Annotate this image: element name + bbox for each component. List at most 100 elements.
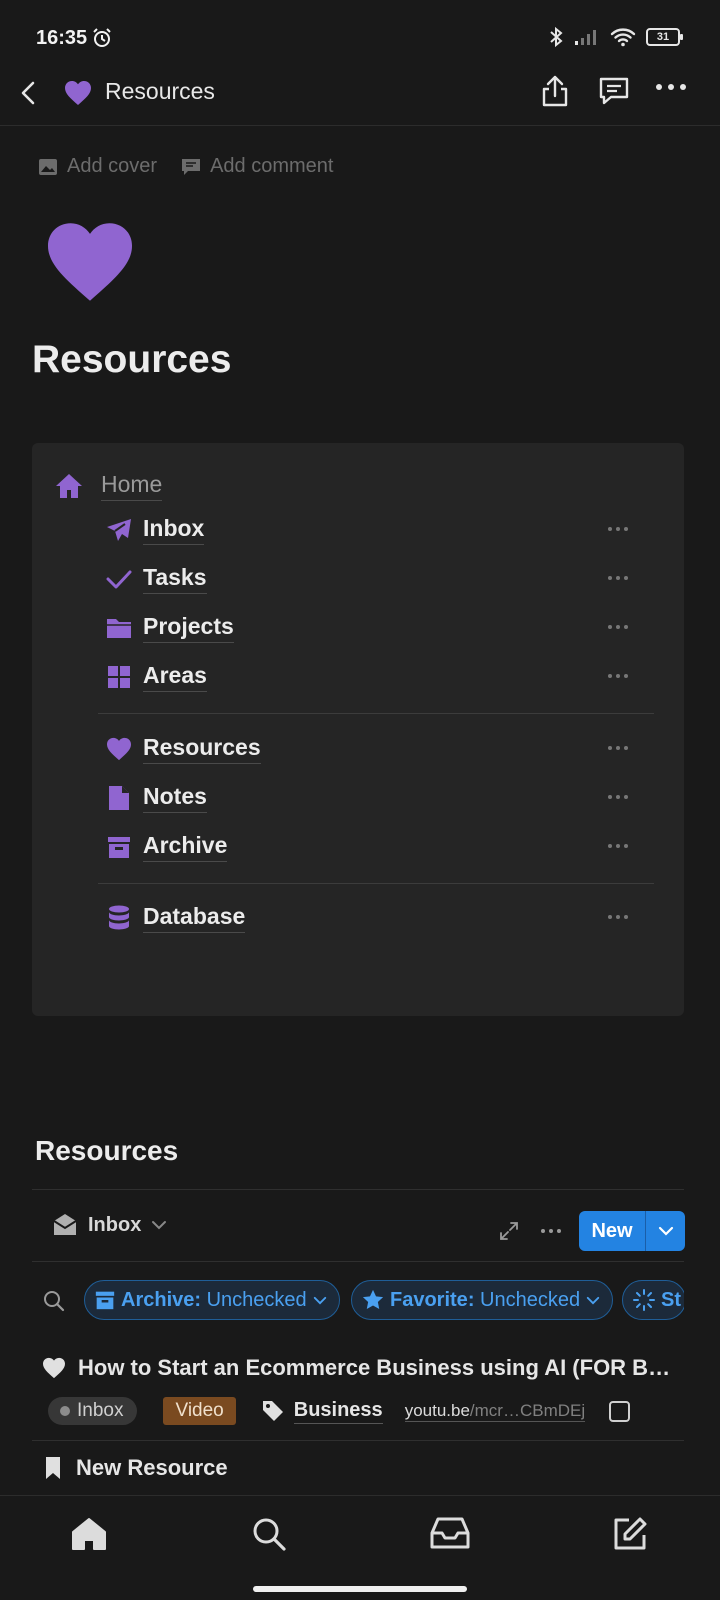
divider: [32, 1189, 684, 1190]
more-icon[interactable]: [607, 526, 629, 532]
nav-item-label: Projects: [143, 613, 234, 643]
home-link[interactable]: Home: [55, 471, 163, 501]
nav-item-label: Notes: [143, 783, 207, 813]
home-tab-icon[interactable]: [70, 1516, 108, 1552]
nav-item-resources[interactable]: Resources: [105, 727, 645, 771]
nav-item-database[interactable]: Database: [105, 896, 645, 940]
filter-chip-archive[interactable]: Archive: Unchecked: [84, 1280, 340, 1320]
search-tab-icon[interactable]: [251, 1516, 287, 1552]
more-icon[interactable]: [607, 673, 629, 679]
page-icon-heart[interactable]: [44, 220, 136, 304]
divider: [32, 1261, 684, 1262]
status-indicators: 31: [548, 26, 683, 48]
heart-icon: [64, 80, 92, 106]
row-properties: Inbox Video Business youtu.be/mcr…CBmDEj: [48, 1397, 631, 1425]
compose-tab-icon[interactable]: [612, 1516, 648, 1552]
divider: [98, 713, 654, 714]
chevron-down-icon: [313, 1296, 326, 1304]
more-icon[interactable]: [607, 624, 629, 630]
chevron-down-icon: [152, 1221, 167, 1230]
nav-item-projects[interactable]: Projects: [105, 606, 645, 650]
new-button-label: New: [591, 1219, 633, 1242]
status-label: Inbox: [77, 1400, 124, 1421]
add-comment-label: Add comment: [210, 155, 334, 177]
filter-key: Favorite: [390, 1288, 468, 1311]
grid-icon: [105, 663, 133, 691]
more-icon[interactable]: [607, 794, 629, 800]
database-title[interactable]: Resources: [35, 1135, 178, 1167]
home-icon: [56, 474, 82, 498]
filter-value: Unchecked: [206, 1288, 307, 1311]
search-icon[interactable]: [43, 1290, 65, 1312]
paper-plane-icon: [105, 516, 133, 544]
wifi-icon: [610, 28, 636, 47]
more-icon[interactable]: [540, 1228, 562, 1234]
check-icon: [105, 565, 133, 593]
gesture-home-indicator: [253, 1586, 467, 1592]
image-icon: [39, 158, 57, 175]
add-comment-button[interactable]: Add comment: [181, 155, 333, 178]
tag-icon: [262, 1401, 283, 1421]
nav-item-areas[interactable]: Areas: [105, 655, 645, 699]
back-chevron-icon[interactable]: [18, 80, 40, 106]
area-tag-label: Business: [293, 1399, 383, 1424]
header-title: Resources: [105, 78, 215, 104]
nav-item-label: Archive: [143, 832, 228, 862]
page-title: Resources: [32, 338, 232, 381]
nav-item-inbox[interactable]: Inbox: [105, 508, 645, 552]
url-link[interactable]: youtu.be/mcr…CBmDEj: [404, 1400, 586, 1422]
inbox-tab-icon[interactable]: [430, 1516, 470, 1550]
add-cover-label: Add cover: [67, 155, 158, 177]
nav-item-label: Tasks: [143, 564, 207, 594]
expand-icon[interactable]: [499, 1221, 519, 1241]
bluetooth-icon: [550, 26, 563, 48]
inbox-tray-icon: [53, 1214, 77, 1235]
filter-value: Unchecked: [480, 1288, 581, 1311]
table-row[interactable]: How to Start an Ecommerce Business using…: [42, 1355, 670, 1381]
view-label: Inbox: [88, 1213, 142, 1236]
filter-overflow-clip: St: [622, 1278, 684, 1322]
nav-item-label: Resources: [143, 734, 261, 764]
loading-spinner-icon: [633, 1289, 655, 1311]
chevron-down-icon: [586, 1296, 600, 1304]
more-icon[interactable]: [607, 914, 629, 920]
folder-icon: [105, 614, 133, 642]
home-label: Home: [101, 471, 163, 501]
status-dot: [60, 1406, 70, 1416]
comments-icon[interactable]: [598, 76, 630, 106]
filter-chip-status[interactable]: St: [622, 1280, 684, 1320]
filter-key: St: [661, 1288, 681, 1311]
more-icon[interactable]: [607, 843, 629, 849]
share-icon[interactable]: [540, 74, 570, 108]
star-icon: [362, 1289, 384, 1309]
alarm-icon: [91, 27, 113, 49]
new-options-chevron-icon[interactable]: [646, 1226, 685, 1236]
divider: [98, 883, 654, 884]
row-title: How to Start an Ecommerce Business using…: [78, 1355, 671, 1380]
nav-item-notes[interactable]: Notes: [105, 776, 645, 820]
new-button[interactable]: New: [579, 1211, 685, 1251]
area-tag[interactable]: Business: [262, 1399, 383, 1424]
row-checkbox[interactable]: [609, 1400, 631, 1422]
filter-chip-favorite[interactable]: Favorite: Unchecked: [351, 1280, 614, 1320]
heart-icon: [105, 735, 133, 763]
top-bar: Resources: [0, 60, 720, 126]
nav-item-tasks[interactable]: Tasks: [105, 557, 645, 601]
add-cover-button[interactable]: Add cover: [38, 155, 157, 178]
new-resource-row[interactable]: New Resource: [44, 1455, 228, 1481]
more-icon[interactable]: [607, 745, 629, 751]
more-icon[interactable]: [607, 575, 629, 581]
heart-outline-icon: [43, 1357, 65, 1379]
type-tag[interactable]: Video: [163, 1397, 236, 1425]
nav-item-archive[interactable]: Archive: [105, 825, 645, 869]
more-options-icon[interactable]: [655, 82, 687, 92]
file-icon: [105, 784, 133, 812]
page-meta-actions: Add cover Add comment: [38, 155, 333, 178]
url-host: youtu.be: [404, 1400, 470, 1420]
url-path: /mcr…CBmDEj: [469, 1400, 586, 1420]
status-badge[interactable]: Inbox: [48, 1397, 138, 1425]
archive-box-icon: [105, 833, 133, 861]
nav-item-label: Database: [143, 903, 246, 933]
filter-bar: Archive: Unchecked Favorite: Unchecked S…: [0, 1278, 720, 1322]
view-switcher[interactable]: Inbox: [52, 1213, 167, 1237]
